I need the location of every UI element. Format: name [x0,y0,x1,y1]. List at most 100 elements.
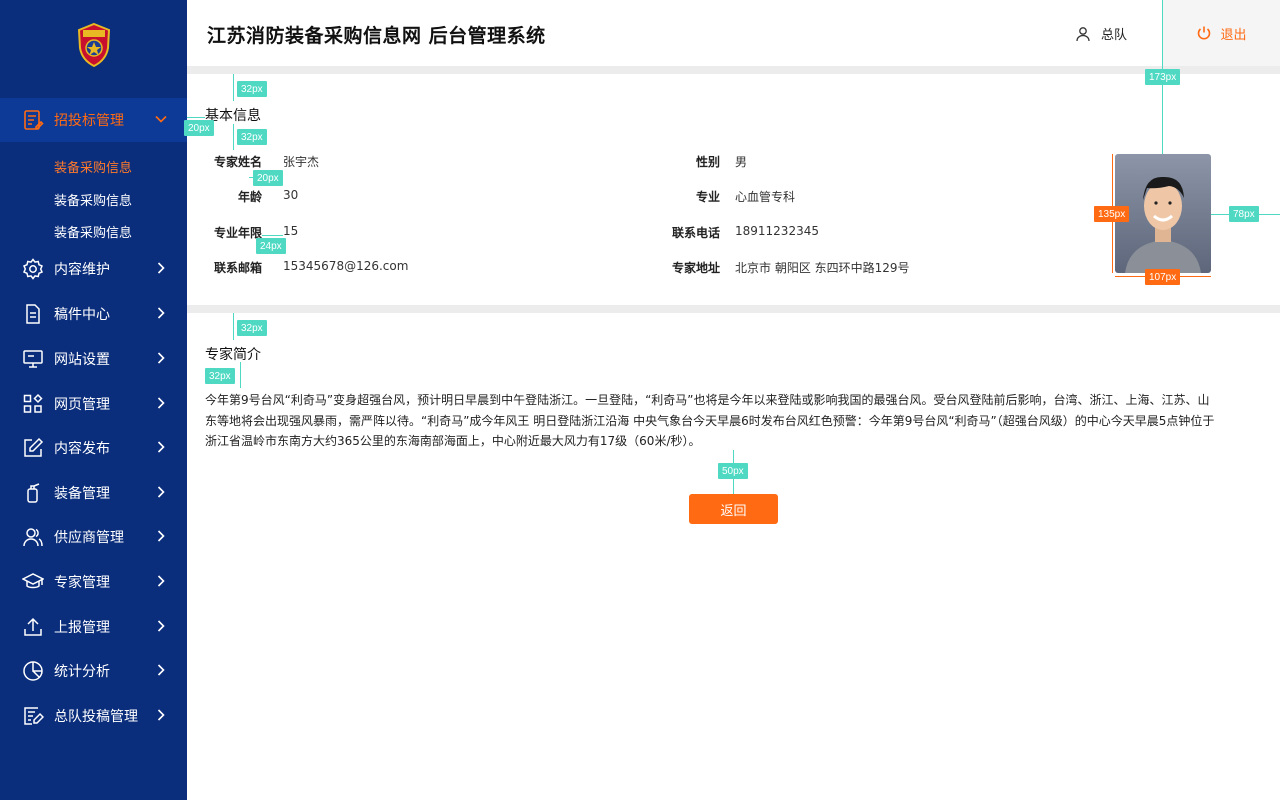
sidebar-item-label: 稿件中心 [54,307,110,323]
edit-icon [24,437,44,457]
section-divider [187,66,1280,74]
sidebar-item-site-settings[interactable]: 网站设置 [0,337,187,381]
section-title-intro: 专家简介 [205,347,261,363]
sidebar-item-webpage-management[interactable]: 网页管理 [0,382,187,426]
chevron-right-icon [157,307,165,319]
field-value-gender: 男 [735,155,748,169]
expert-intro-text: 今年第9号台风“利奇马”变身超强台风，预计明日早晨到中午登陆浙江。一旦登陆，“利… [205,393,1215,448]
sidebar-item-label: 总队投稿管理 [54,709,138,725]
measure-line [262,235,283,236]
logout-label: 退出 [1220,27,1247,43]
measure-tag: 173px [1145,69,1181,85]
sidebar-item-label: 供应商管理 [54,530,124,546]
measure-tag: 78px [1229,206,1259,222]
section-divider [187,305,1280,313]
field-value-years: 15 [283,224,299,238]
chevron-right-icon [157,397,165,409]
measure-line [233,124,234,150]
chevron-right-icon [157,262,165,274]
sidebar-item-label: 装备管理 [54,486,110,502]
measure-tag: 20px [253,170,283,186]
back-button[interactable]: 返回 [689,494,778,524]
sidebar-item-expert-management[interactable]: 专家管理 [0,560,187,604]
bid-icon [24,110,44,130]
measure-tag: 135px [1094,206,1130,222]
sidebar-item-supplier-management[interactable]: 供应商管理 [0,515,187,559]
sidebar-item-content-maintenance[interactable]: 内容维护 [0,247,187,291]
pie-chart-icon [23,661,43,681]
field-value-email: 15345678@126.com [283,259,409,273]
field-value-name: 张宇杰 [283,155,320,169]
field-label-address: 专家地址 [671,261,720,275]
subitem-equipment-procurement-3[interactable]: 装备采购信息 [54,222,132,241]
sidebar-item-label: 上报管理 [54,620,110,636]
list-edit-icon [24,707,44,725]
subitem-equipment-procurement-2[interactable]: 装备采购信息 [54,190,132,209]
sidebar-item-corps-submission[interactable]: 总队投稿管理 [0,694,187,738]
sidebar-item-manuscript-center[interactable]: 稿件中心 [0,292,187,336]
logout-button[interactable]: 退出 [1163,0,1280,66]
sidebar-item-content-publish[interactable]: 内容发布 [0,426,187,470]
measure-line [187,117,205,118]
chevron-right-icon [157,486,165,498]
sidebar-item-statistics[interactable]: 统计分析 [0,649,187,693]
field-value-major: 心血管专科 [735,190,796,204]
grid-icon [23,393,43,413]
chevron-down-icon [155,115,167,123]
sidebar-item-label: 统计分析 [54,664,110,680]
sidebar: 招投标管理 装备采购信息 装备采购信息 装备采购信息 内容维护 稿件中心 网站设… [0,0,187,800]
users-icon [23,528,43,547]
field-label-age: 年龄 [237,190,262,204]
sidebar-item-label: 内容维护 [54,262,110,278]
monitor-icon [23,350,43,368]
document-icon [26,304,40,324]
measure-tag: 24px [256,238,286,254]
user-name: 总队 [1101,28,1128,43]
field-label-email: 联系邮箱 [213,261,262,275]
measure-tag: 32px [237,81,267,97]
avatar-image [1115,154,1211,273]
field-label-phone: 联系电话 [671,226,720,240]
measure-tag: 50px [718,463,748,479]
graduation-cap-icon [22,573,44,589]
measure-tag: 32px [237,320,267,336]
top-header: 江苏消防装备采购信息网 后台管理系统 总队 退出 [187,0,1280,66]
measure-tag: 107px [1145,269,1181,285]
sidebar-item-label: 专家管理 [54,575,110,591]
chevron-right-icon [157,664,165,676]
power-icon [1198,26,1211,40]
chevron-right-icon [157,575,165,587]
field-label-name: 专家姓名 [213,155,262,169]
fire-rescue-emblem-logo [77,22,111,68]
field-value-phone: 18911232345 [735,224,819,238]
measure-tag: 32px [205,368,235,384]
sidebar-item-label: 网站设置 [54,352,110,368]
measure-tag: 20px [184,120,214,136]
sidebar-item-report-management[interactable]: 上报管理 [0,605,187,649]
user-menu[interactable]: 总队 [1075,24,1127,43]
sidebar-item-label: 网页管理 [54,397,110,413]
measure-tag: 32px [237,129,267,145]
gear-icon [23,258,43,280]
field-label-gender: 性别 [695,155,720,169]
measure-line [233,74,234,101]
chevron-right-icon [157,530,165,542]
chevron-right-icon [157,441,165,453]
sidebar-item-label: 内容发布 [54,441,110,457]
sidebar-item-equipment-management[interactable]: 装备管理 [0,471,187,515]
chevron-right-icon [157,709,165,721]
chevron-right-icon [157,352,165,364]
field-label-years: 专业年限 [213,226,262,240]
user-icon [1076,26,1090,41]
extinguisher-icon [27,483,40,503]
expert-photo [1115,154,1211,273]
field-value-age: 30 [283,188,299,202]
sidebar-item-bidding[interactable]: 招投标管理 [0,98,187,142]
measure-line [240,362,241,388]
field-value-address: 北京市 朝阳区 东四环中路129号 [735,261,910,275]
page-title: 江苏消防装备采购信息网 后台管理系统 [207,25,546,47]
chevron-right-icon [157,620,165,632]
measure-line [233,313,234,340]
subitem-equipment-procurement-1[interactable]: 装备采购信息 [54,157,132,176]
field-label-major: 专业 [695,190,720,204]
